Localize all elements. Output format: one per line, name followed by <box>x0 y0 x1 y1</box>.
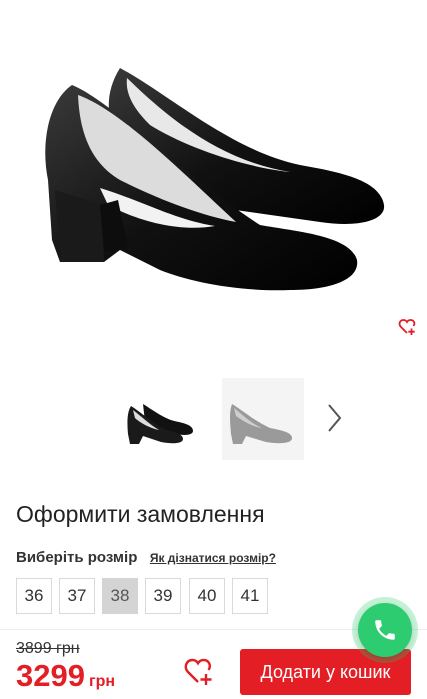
size-option-37[interactable]: 37 <box>59 578 95 614</box>
size-option-38-selected[interactable]: 38 <box>102 578 138 614</box>
call-button-inner[interactable] <box>358 603 412 657</box>
heart-plus-icon[interactable] <box>184 657 216 687</box>
wishlist-heart-icon[interactable] <box>398 317 418 337</box>
thumbnail-grey-shoes[interactable] <box>222 378 304 460</box>
call-button[interactable] <box>352 597 418 663</box>
price-currency: грн <box>88 673 116 690</box>
size-option-36[interactable]: 36 <box>16 578 52 614</box>
current-price: 3299 грн <box>16 658 115 694</box>
phone-icon <box>375 620 395 640</box>
thumbnail-black-shoes[interactable] <box>121 378 203 460</box>
size-label: Виберіть розмір <box>16 549 138 566</box>
size-option-40[interactable]: 40 <box>189 578 225 614</box>
size-guide-link[interactable]: Як дізнатися розмір? <box>150 551 276 565</box>
product-title: Оформити замовлення <box>16 501 265 527</box>
thumbnail-carousel <box>0 378 427 468</box>
size-option-39[interactable]: 39 <box>145 578 181 614</box>
old-price: 3899 грн <box>16 640 80 657</box>
size-option-41[interactable]: 41 <box>232 578 268 614</box>
size-picker-header: Виберіть розмір Як дізнатися розмір? <box>16 549 276 567</box>
chevron-right-icon[interactable] <box>322 400 346 436</box>
product-main-image[interactable] <box>0 0 427 350</box>
price-amount: 3299 <box>16 658 85 693</box>
